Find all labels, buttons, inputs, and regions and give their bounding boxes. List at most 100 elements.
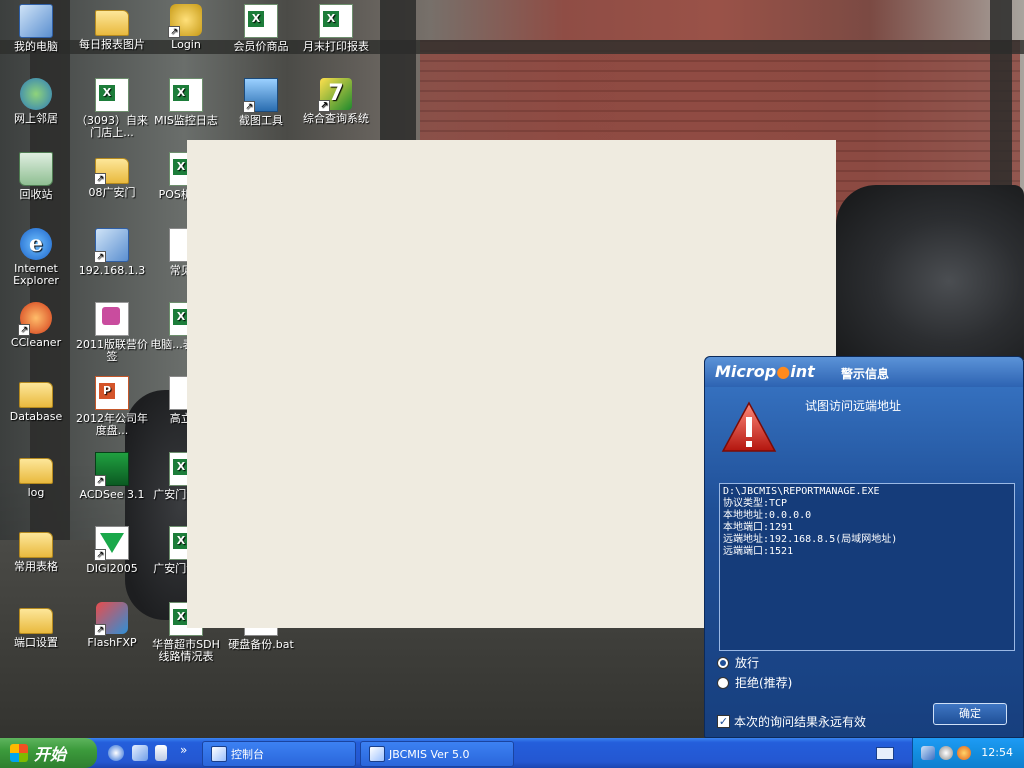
excel-icon	[95, 78, 129, 112]
folder-icon	[95, 10, 129, 36]
system-tray: 12:54	[912, 738, 1024, 768]
excel-icon	[244, 4, 278, 38]
desktop-icon-member-price[interactable]: 会员价商品	[225, 4, 297, 53]
desktop-icon-network[interactable]: 网上邻居	[0, 78, 72, 125]
desktop-icon-database[interactable]: Database	[0, 376, 72, 423]
internet-explorer-icon: e	[20, 228, 52, 260]
desktop-icon-screenshot-tool[interactable]: 截图工具	[225, 78, 297, 127]
taskbar-item-console[interactable]: 控制台	[202, 741, 356, 767]
alert-header: Microp●int 警示信息	[705, 357, 1023, 387]
connection-details: D:\JBCMIS\REPORTMANAGE.EXE 协议类型:TCP 本地地址…	[719, 483, 1015, 651]
start-button[interactable]: 开始	[0, 738, 97, 768]
micropoint-tray-icon[interactable]	[957, 746, 971, 760]
quicklaunch-s-icon[interactable]	[108, 745, 124, 761]
desktop-icon-flashfxp[interactable]: FlashFXP	[76, 602, 148, 649]
folder-icon	[94, 158, 129, 185]
taskbar-item-label: JBCMIS Ver 5.0	[389, 747, 470, 761]
desktop-icon-my-computer[interactable]: 我的电脑	[0, 4, 72, 53]
desktop-icon-login[interactable]: Login	[150, 4, 222, 51]
desktop-icon-label: （3093）自来门店上...	[76, 114, 148, 139]
detail-line: 协议类型:TCP	[723, 498, 788, 509]
desktop-icon-price-2011[interactable]: 2011版联营价签	[76, 302, 148, 363]
clock[interactable]: 12:54	[981, 746, 1013, 759]
detail-line: 远端端口:1521	[723, 546, 794, 557]
query-icon: 7	[318, 78, 352, 112]
desktop-icon-label: 192.168.1.3	[78, 264, 146, 277]
desktop-icon-label: 综合查询系统	[303, 112, 369, 125]
desktop-icon-internet-explorer[interactable]: e Internet Explorer	[0, 228, 72, 287]
powerpoint-icon	[95, 376, 129, 410]
logo-dot-icon: ●	[776, 362, 791, 381]
taskbar-item-jbcmis[interactable]: JBCMIS Ver 5.0	[360, 741, 514, 767]
desktop-icon-label: 2011版联营价签	[76, 338, 148, 363]
warning-icon	[721, 401, 777, 452]
desktop-icon-daily-report-pics[interactable]: 每日报表图片	[76, 4, 148, 51]
desktop-icon-ip-192-168-1-3[interactable]: 192.168.1.3	[76, 228, 148, 277]
start-label: 开始	[34, 745, 67, 764]
quicklaunch-browser-icon[interactable]	[132, 745, 148, 761]
desktop-icon-label: 回收站	[19, 188, 53, 201]
desktop-icon-label: MIS监控日志	[154, 114, 218, 127]
excel-icon	[169, 78, 203, 112]
screenshot-icon	[243, 78, 278, 113]
radio-allow[interactable]: 放行	[717, 654, 759, 671]
taskbar-item-label: 控制台	[231, 748, 264, 761]
desktop-icon-store-3093[interactable]: （3093）自来门店上...	[76, 78, 148, 139]
folder-icon	[19, 532, 53, 558]
radio-deny[interactable]: 拒绝(推荐)	[717, 674, 792, 691]
desktop-icon-label: 截图工具	[239, 114, 283, 127]
jbcmis-app-icon	[369, 746, 385, 762]
desktop-icon-port-setting[interactable]: 端口设置	[0, 602, 72, 649]
windows-logo-icon	[10, 744, 28, 762]
quicklaunch-overflow-icon[interactable]: »	[180, 743, 187, 757]
desktop-icon-recycle-bin[interactable]: 回收站	[0, 152, 72, 201]
checkbox-label: 本次的询问结果永远有效	[734, 715, 867, 729]
network-tray-icon[interactable]	[921, 746, 935, 760]
radio-label: 拒绝(推荐)	[735, 676, 793, 690]
desktop-icon-label: Login	[171, 38, 201, 51]
keyboard-icon[interactable]	[876, 747, 894, 760]
desktop-icon-mis-log[interactable]: MIS监控日志	[150, 78, 222, 127]
acdsee-icon	[94, 452, 129, 487]
excel-icon	[319, 4, 353, 38]
desktop-icon-label: FlashFXP	[87, 636, 137, 649]
desktop-icon-label: log	[27, 486, 45, 499]
console-app-icon	[211, 746, 227, 762]
desktop-icon-label: 月末打印报表	[303, 40, 369, 53]
desktop-icon-08-guanganmen[interactable]: 08广安门	[76, 152, 148, 199]
desktop-icon-label: 端口设置	[14, 636, 58, 649]
radio-circle-icon	[717, 656, 729, 669]
quicklaunch-document-icon[interactable]	[155, 745, 167, 761]
desktop-icon-acdsee[interactable]: ACDSee 3.1	[76, 452, 148, 501]
desktop-icon-company-2012[interactable]: 2012年公司年度盘...	[76, 376, 148, 437]
detail-line: 本地地址:0.0.0.0	[723, 510, 812, 521]
desktop-icon-label: 08广安门	[88, 186, 136, 199]
desktop-icon-query-system[interactable]: 7 综合查询系统	[300, 78, 372, 125]
digi-icon	[94, 526, 129, 561]
security-alert-dialog[interactable]: Microp●int 警示信息 试图访问远端地址 D:\JBCMIS\REPOR…	[704, 356, 1024, 738]
desktop-icon-label: 常用表格	[14, 560, 58, 573]
desktop-icon-monthly-print[interactable]: 月末打印报表	[300, 4, 372, 53]
desktop-icon-label: ACDSee 3.1	[79, 488, 145, 501]
desktop-icon-log[interactable]: log	[0, 452, 72, 499]
desktop-icon-ccleaner[interactable]: CCleaner	[0, 302, 72, 349]
checkmark-icon: ✓	[717, 715, 730, 728]
background-car	[836, 185, 1024, 360]
desktop-icon-label: DIGI2005	[86, 562, 138, 575]
desktop-icon-label: 硬盘备份.bat	[228, 638, 294, 651]
detail-line: D:\JBCMIS\REPORTMANAGE.EXE	[723, 486, 880, 497]
desktop-icon-label: 2012年公司年度盘...	[76, 412, 148, 437]
remember-checkbox[interactable]: ✓ 本次的询问结果永远有效	[717, 713, 866, 730]
detail-line: 远端地址:192.168.8.5(局域网地址)	[723, 534, 898, 545]
tray-app-icon[interactable]	[939, 746, 953, 760]
desktop-icon-common-tables[interactable]: 常用表格	[0, 526, 72, 573]
taskbar: 开始 » 控制台 JBCMIS Ver 5.0 12:54	[0, 738, 1024, 768]
desktop-icon-label: CCleaner	[10, 336, 62, 349]
desktop-icon-digi2005[interactable]: DIGI2005	[76, 526, 148, 575]
desktop-icon-label: 会员价商品	[233, 40, 289, 53]
folder-icon	[19, 458, 53, 484]
folder-icon	[19, 608, 53, 634]
ok-button[interactable]: 确定	[933, 703, 1007, 725]
desktop-icon-label: 我的电脑	[14, 40, 58, 53]
desktop-icon-label: 华普超市SDH线路情况表	[152, 638, 220, 663]
